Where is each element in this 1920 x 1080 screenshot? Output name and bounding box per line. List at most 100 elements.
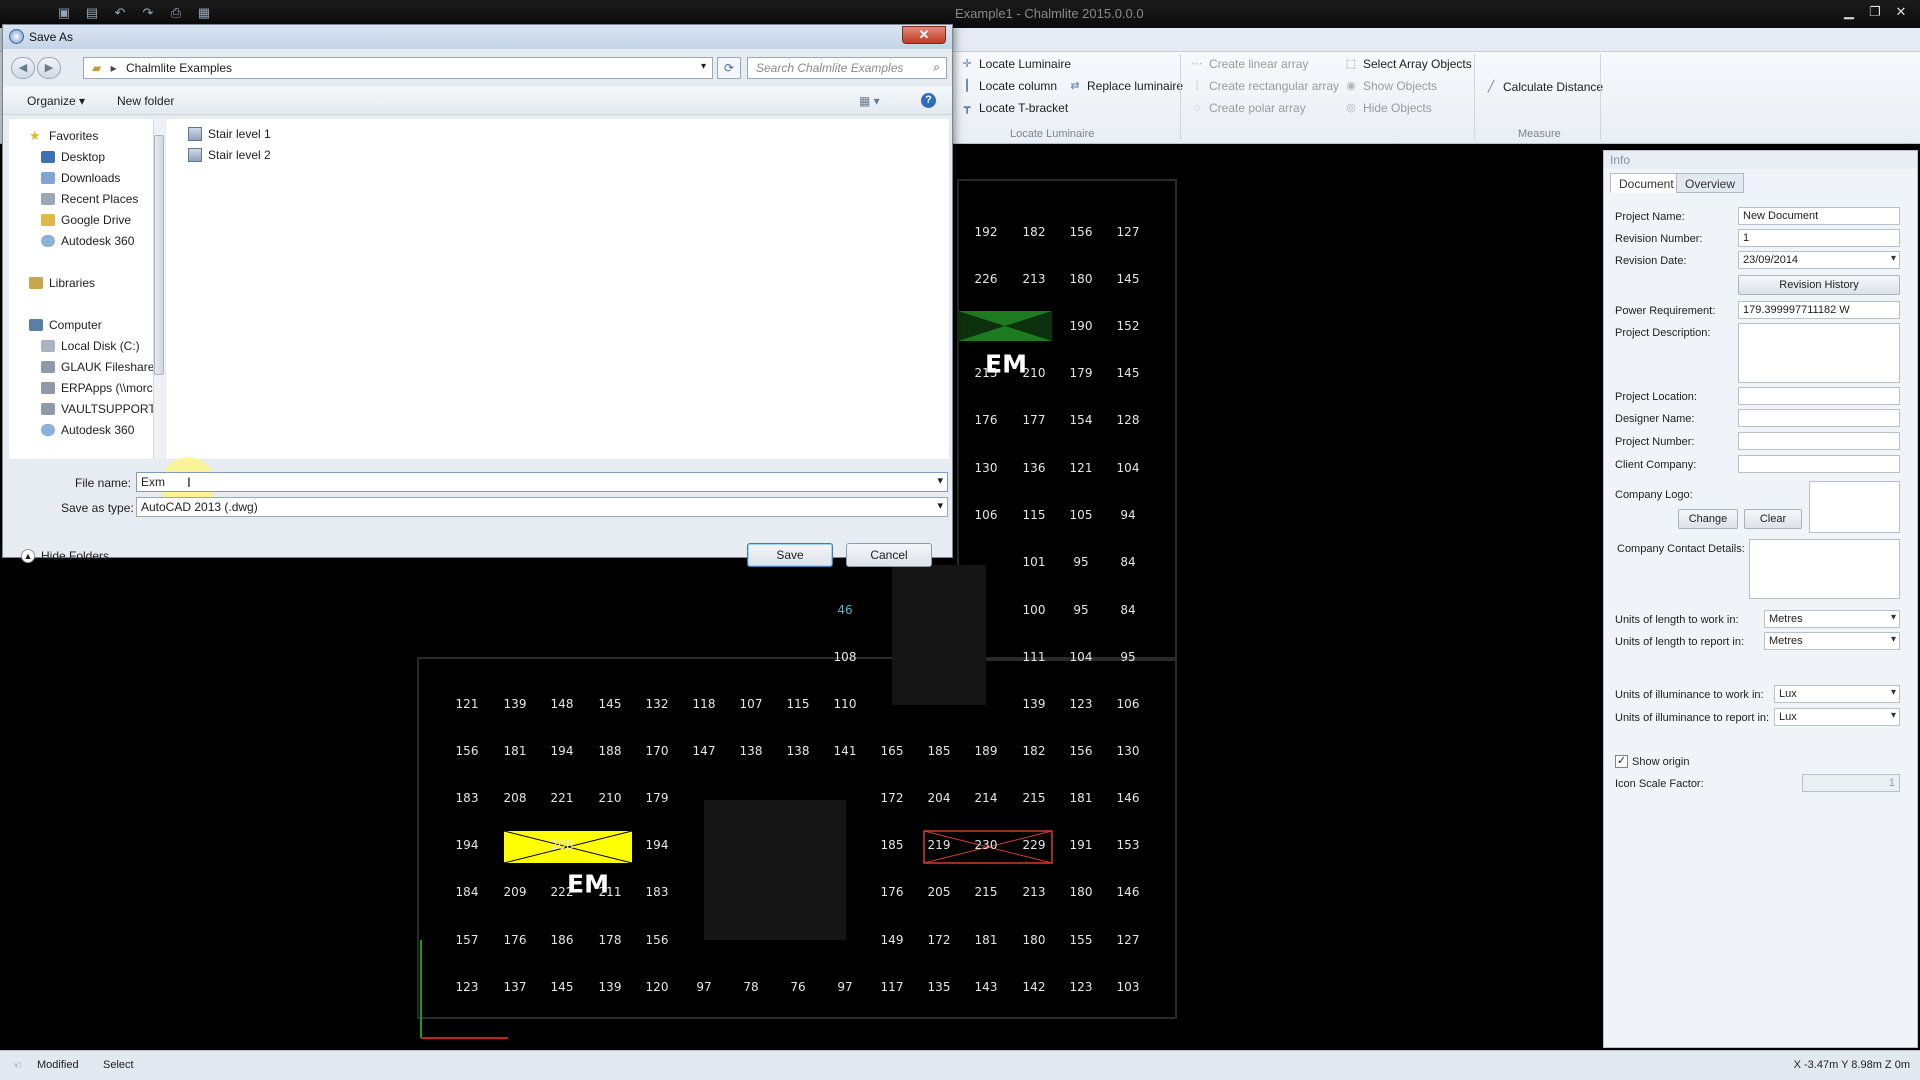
- icon-scale-stepper[interactable]: 1: [1802, 774, 1900, 792]
- project-description-field[interactable]: [1738, 323, 1900, 383]
- locate-luminaire-button[interactable]: ✛ Locate Luminaire: [960, 57, 1071, 71]
- new-folder-button[interactable]: New folder: [117, 94, 174, 108]
- revision-history-button[interactable]: Revision History: [1738, 275, 1900, 295]
- locate-tbracket-button[interactable]: ┳ Locate T-bracket: [960, 101, 1068, 115]
- help-icon[interactable]: ?: [921, 93, 936, 108]
- file-item[interactable]: Stair level 2: [188, 148, 271, 162]
- search-input[interactable]: Search Chalmlite Examples ⌕: [747, 57, 947, 79]
- undo-icon[interactable]: ↶: [112, 5, 128, 21]
- file-item[interactable]: Stair level 1: [188, 127, 271, 141]
- create-rectangular-array-button[interactable]: ⁞ Create rectangular array: [1190, 79, 1339, 93]
- grid-value: 111: [1022, 650, 1046, 664]
- nav-autodesk-360[interactable]: Autodesk 360: [41, 234, 134, 248]
- filename-input[interactable]: Exm I: [136, 472, 948, 492]
- grid-value: 95: [1073, 555, 1089, 569]
- nav-google-drive[interactable]: Google Drive: [41, 213, 131, 227]
- scrollbar-thumb[interactable]: [154, 135, 164, 375]
- grid-value: 123: [1069, 697, 1093, 711]
- units-illuminance-work-select[interactable]: Lux: [1774, 685, 1900, 703]
- hide-folders-toggle[interactable]: ▲ Hide Folders: [21, 549, 109, 563]
- redo-icon[interactable]: ↷: [140, 5, 156, 21]
- nav-computer[interactable]: Computer: [29, 318, 102, 332]
- nav-erpapps[interactable]: ERPApps (\\morc: [41, 381, 153, 395]
- units-illuminance-report-select[interactable]: Lux: [1774, 708, 1900, 726]
- checkmark-icon: ✓: [1615, 755, 1628, 768]
- clear-logo-button[interactable]: Clear: [1744, 509, 1802, 529]
- nav-recent-places[interactable]: Recent Places: [41, 192, 138, 206]
- calculate-distance-button[interactable]: ╱ Calculate Distance: [1484, 80, 1603, 94]
- nav-libraries[interactable]: Libraries: [29, 276, 95, 290]
- close-window-icon[interactable]: ✕: [1890, 3, 1912, 21]
- hide-objects-button[interactable]: ◎ Hide Objects: [1344, 101, 1432, 115]
- grid-value: 139: [503, 697, 527, 711]
- grid-value: 138: [786, 744, 810, 758]
- open-icon[interactable]: ▣: [56, 5, 72, 21]
- organize-menu[interactable]: Organize ▾: [27, 94, 85, 108]
- measure-icon: ╱: [1487, 81, 1495, 93]
- create-linear-array-button[interactable]: ⋯ Create linear array: [1190, 57, 1309, 71]
- view-options-icon[interactable]: ▦ ▾: [859, 94, 880, 108]
- chevron-down-icon[interactable]: ▾: [701, 61, 706, 72]
- dialog-close-button[interactable]: ✕: [902, 26, 946, 44]
- grid-value: 121: [1069, 461, 1093, 475]
- company-contact-field[interactable]: [1749, 539, 1900, 599]
- units-length-report-select[interactable]: Metres: [1764, 632, 1900, 650]
- refresh-button[interactable]: ⟳: [717, 57, 741, 79]
- client-company-field[interactable]: [1738, 455, 1900, 473]
- replace-luminaire-button[interactable]: ⇄ Replace luminaire: [1068, 79, 1183, 93]
- grid-value: 181: [1069, 791, 1093, 805]
- info-panel: Info Document Overview Project Name: New…: [1603, 150, 1918, 1048]
- grid-value: 139: [1022, 697, 1046, 711]
- save-button[interactable]: Save: [747, 543, 833, 567]
- nav-local-disk[interactable]: Local Disk (C:): [41, 339, 140, 353]
- ribbon-separator: [1600, 54, 1601, 140]
- locate-column-button[interactable]: ┃ Locate column: [960, 79, 1057, 93]
- nav-favorites[interactable]: ★ Favorites: [29, 129, 98, 143]
- change-logo-button[interactable]: Change: [1678, 509, 1738, 529]
- nav-autodesk-360[interactable]: Autodesk 360: [41, 423, 134, 437]
- save-as-dialog: Save As ✕ ◀ ▶ ▰ ▸ Chalmlite Examples ▾ ⟳…: [2, 24, 953, 567]
- project-number-field[interactable]: [1738, 432, 1900, 450]
- show-objects-button[interactable]: ◉ Show Objects: [1344, 79, 1437, 93]
- project-name-label: Project Name:: [1615, 211, 1685, 223]
- designer-name-field[interactable]: [1738, 409, 1900, 427]
- restore-icon[interactable]: ❐: [1864, 3, 1886, 21]
- minimize-icon[interactable]: ▁: [1838, 3, 1860, 21]
- grid-value: 149: [880, 933, 904, 947]
- print-icon[interactable]: ⎙: [168, 5, 184, 21]
- grid-value: 209: [503, 885, 527, 899]
- back-arrow-icon[interactable]: ◀: [11, 57, 35, 79]
- savetype-select[interactable]: AutoCAD 2013 (.dwg): [136, 497, 948, 517]
- disk-icon: [41, 340, 55, 352]
- export-icon[interactable]: ▦: [196, 5, 212, 21]
- grid-value: 155: [1069, 933, 1093, 947]
- power-requirement-field[interactable]: 179.399997711182 W: [1738, 301, 1900, 319]
- tab-document[interactable]: Document: [1610, 173, 1683, 193]
- units-length-work-select[interactable]: Metres: [1764, 610, 1900, 628]
- select-array-objects-button[interactable]: ⬚ Select Array Objects: [1344, 57, 1472, 71]
- cancel-button[interactable]: Cancel: [846, 543, 932, 567]
- project-name-field[interactable]: New Document: [1738, 207, 1900, 225]
- nav-downloads[interactable]: Downloads: [41, 171, 120, 185]
- project-location-field[interactable]: [1738, 387, 1900, 405]
- grid-value: 118: [692, 697, 716, 711]
- grid-value: 183: [455, 791, 479, 805]
- nav-desktop[interactable]: Desktop: [41, 150, 105, 164]
- create-polar-array-button[interactable]: ◌ Create polar array: [1190, 101, 1306, 115]
- revision-number-field[interactable]: 1: [1738, 229, 1900, 247]
- grid-value: 121: [455, 697, 479, 711]
- address-bar[interactable]: ▰ ▸ Chalmlite Examples ▾: [83, 57, 713, 79]
- save-icon[interactable]: ▤: [84, 5, 100, 21]
- folder-icon: ▰: [92, 61, 102, 75]
- tab-overview[interactable]: Overview: [1676, 173, 1745, 193]
- nav-glauk-fileshare[interactable]: GLAUK Fileshare: [41, 360, 154, 374]
- luminaire-green[interactable]: [958, 311, 1052, 341]
- revision-date-picker[interactable]: 23/09/2014: [1738, 251, 1900, 269]
- show-origin-checkbox[interactable]: ✓ Show origin: [1615, 755, 1689, 768]
- grid-value: 156: [1069, 744, 1093, 758]
- nav-vaultsupport[interactable]: VAULTSUPPORT: [41, 402, 156, 416]
- grid-value: 179: [1069, 366, 1093, 380]
- emergency-label: EM: [985, 349, 1027, 379]
- forward-arrow-icon[interactable]: ▶: [37, 57, 61, 79]
- grid-value: 139: [598, 980, 622, 994]
